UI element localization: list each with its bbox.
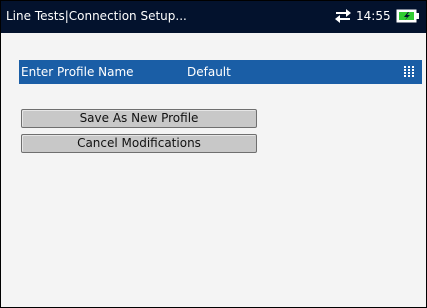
profile-name-row[interactable]: Enter Profile Name Default <box>19 60 422 84</box>
title-bar: Line Tests|Connection Setup... 14:55 <box>1 1 426 33</box>
sync-arrows-icon <box>334 8 352 24</box>
cancel-modifications-button[interactable]: Cancel Modifications <box>21 134 257 153</box>
clock-time: 14:55 <box>356 9 391 23</box>
window-title: Line Tests|Connection Setup... <box>6 9 187 23</box>
keypad-icon[interactable] <box>404 66 416 78</box>
battery-icon <box>396 8 420 24</box>
profile-name-label: Enter Profile Name <box>21 65 134 79</box>
save-as-new-profile-button[interactable]: Save As New Profile <box>21 109 257 128</box>
profile-name-value[interactable]: Default <box>187 65 231 79</box>
app-screen: Line Tests|Connection Setup... 14:55 Ent… <box>0 0 427 308</box>
